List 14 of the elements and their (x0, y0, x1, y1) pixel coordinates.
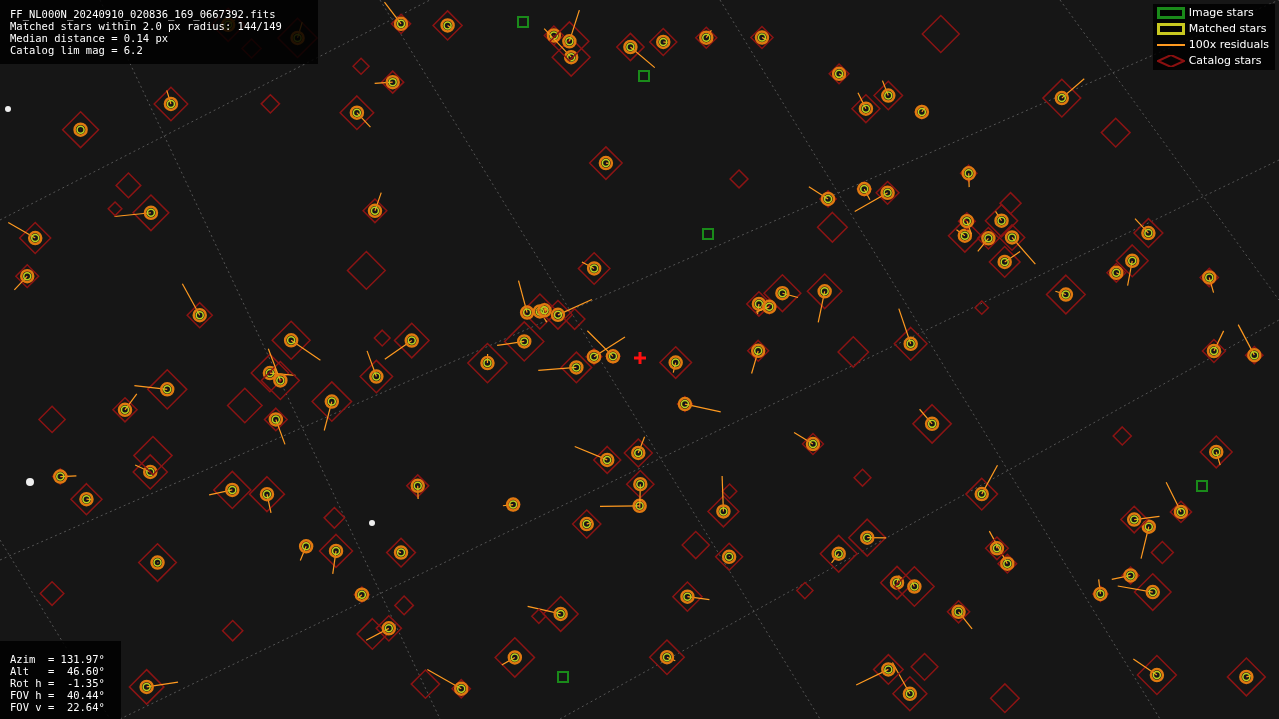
legend-label: 100x residuals (1188, 39, 1269, 51)
info-text: Median distance = 0.14 px (10, 32, 170, 44)
legend-label: Image stars (1188, 7, 1254, 19)
pointing-text: Azim = 131.97° (10, 653, 106, 665)
pointing-text: Rot h = -1.35° (10, 677, 106, 689)
pointing-text: FOV v = 22.64° (10, 701, 106, 713)
pointing-text: FOV h = 40.44° (10, 689, 106, 701)
legend-label: Matched stars (1188, 23, 1267, 35)
legend-label: Catalog stars (1188, 55, 1262, 67)
info-text: Matched stars within 2.0 px radius: 144/149 (10, 20, 283, 32)
info-text: FF_NL000N_20240910_020836_169_0667392.fits (10, 8, 277, 20)
info-text: Catalog lim mag = 6.2 (10, 44, 144, 56)
pointing-text: Alt = 46.60° (10, 665, 106, 677)
crosshair-icon (632, 350, 648, 366)
